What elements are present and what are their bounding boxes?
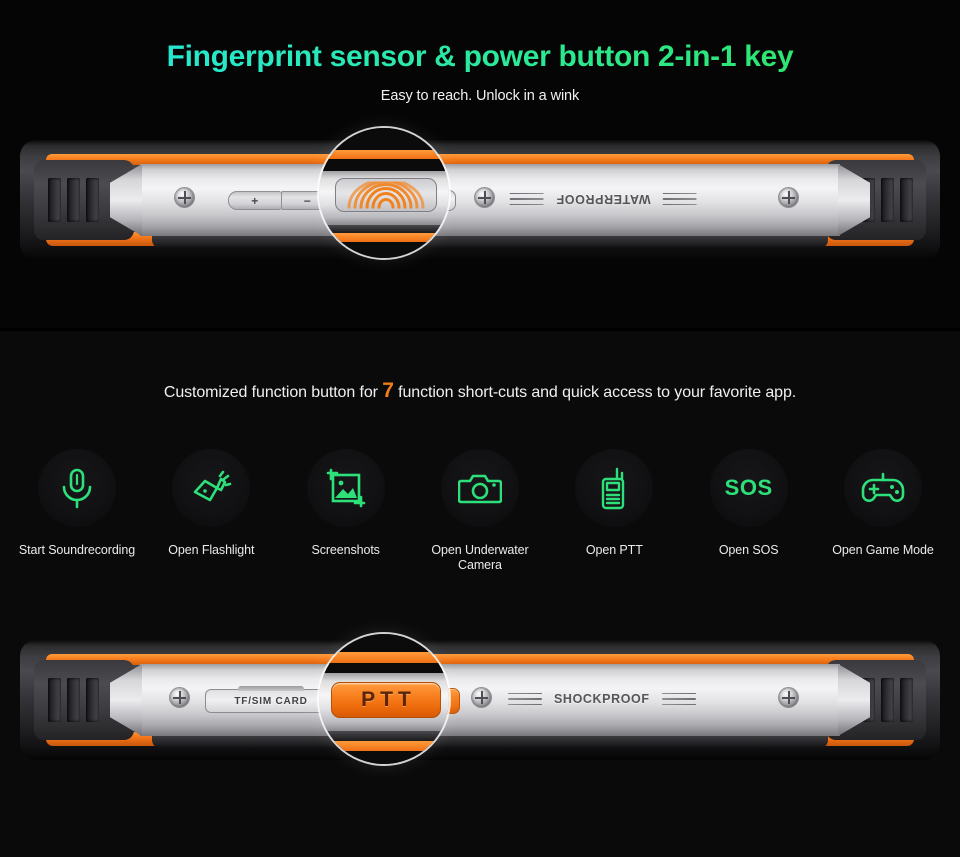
shortcut-item-flashlight[interactable]: Open Flashlight	[150, 449, 272, 573]
magnifier-ptt: PTT	[317, 632, 451, 766]
magnifier-content: PTT	[319, 634, 449, 764]
gamepad-icon	[861, 472, 905, 502]
screw-icon	[170, 688, 189, 707]
screw-icon	[175, 188, 194, 207]
microphone-icon	[62, 468, 92, 509]
zoom-layer-dark	[319, 634, 449, 652]
engraving-text: WATERPROOF	[556, 192, 651, 206]
fingerprint-icon	[347, 181, 425, 209]
shortcut-item-soundrecording[interactable]: Start Soundrecording	[16, 449, 138, 573]
function-shortcuts-section: Customized function button for 7 functio…	[0, 331, 960, 857]
sos-icon: SOS	[724, 475, 773, 500]
grille-slot	[66, 178, 80, 222]
shortcut-label: Screenshots	[311, 543, 380, 557]
magnifier-fingerprint	[317, 126, 451, 260]
sim-tray-label: TF/SIM CARD	[234, 695, 308, 707]
zoom-layer-dark	[319, 242, 449, 258]
grille-slot	[47, 178, 61, 222]
zoom-layer-accent	[319, 233, 449, 242]
grille-left	[42, 678, 104, 722]
heading-text-before: Customized function button for	[163, 384, 383, 401]
ptt-button-zoomed[interactable]: PTT	[331, 682, 441, 718]
shortcut-label: Open SOS	[718, 543, 779, 557]
shortcut-item-screenshots[interactable]: Screenshots	[285, 449, 407, 573]
volume-up-button[interactable]: +	[228, 191, 281, 210]
grille-slot	[880, 178, 894, 222]
zoom-layer-dark	[319, 159, 449, 171]
icon-disc[interactable]	[440, 449, 519, 527]
screw-icon	[779, 188, 798, 207]
shortcut-label: Start Soundrecording	[18, 543, 136, 557]
shortcut-label: Open Underwater Camera	[431, 543, 529, 572]
icon-disc[interactable]	[575, 449, 654, 527]
phone-bevel-bottom	[152, 736, 828, 748]
shortcut-label: Open PTT	[585, 543, 643, 557]
screenshot-icon	[326, 468, 365, 508]
engraving-lines-left	[662, 192, 697, 206]
grille-slot	[66, 678, 80, 722]
phone-bevel-bottom	[152, 236, 828, 248]
grille-slot	[85, 678, 99, 722]
shortcut-item-game-mode[interactable]: Open Game Mode	[822, 449, 944, 573]
phone-side-view-top: + − WATERPROOF	[20, 140, 940, 260]
icon-disc[interactable]: SOS	[709, 449, 788, 527]
icon-disc[interactable]	[843, 449, 922, 527]
grille-slot	[899, 678, 913, 722]
shortcut-icon-row: Start Soundrecording Open Flashlight Scr…	[0, 449, 960, 573]
function-heading: Customized function button for 7 functio…	[0, 379, 960, 405]
zoom-layer-dark	[319, 751, 449, 764]
screw-icon	[779, 688, 798, 707]
shockproof-engraving: SHOCKPROOF	[508, 692, 696, 706]
grille-slot	[899, 178, 913, 222]
zoom-layer-accent	[319, 150, 449, 159]
engraving-lines-right	[510, 192, 544, 206]
shortcut-item-ptt[interactable]: Open PTT	[553, 449, 675, 573]
magnifier-content	[319, 128, 449, 258]
shortcut-label: Open Flashlight	[168, 543, 255, 557]
icon-disc[interactable]	[172, 449, 251, 527]
page-title: Fingerprint sensor & power button 2-in-1…	[0, 40, 960, 74]
grille-slot	[880, 678, 894, 722]
zoom-layer-accent	[319, 652, 449, 663]
walkie-talkie-icon	[602, 467, 625, 510]
screw-icon	[475, 188, 494, 207]
shortcut-item-sos[interactable]: SOS Open SOS	[688, 449, 810, 573]
page-subtitle: Easy to reach. Unlock in a wink	[380, 88, 580, 104]
camera-icon	[457, 474, 502, 504]
phone-side-view-bottom: TF/SIM CARD PTT SHOCKPROOF	[20, 640, 940, 760]
engraving-lines-left	[508, 692, 542, 706]
grille-slot	[85, 178, 99, 222]
grille-slot	[47, 678, 61, 722]
heading-text-after: function short-cuts and quick access to …	[393, 384, 797, 401]
engraving-text: SHOCKPROOF	[554, 692, 650, 706]
heading-count: 7	[382, 379, 394, 402]
flashlight-icon	[194, 470, 232, 502]
zoom-layer-shadow	[319, 731, 449, 741]
engraving-lines-right	[661, 692, 696, 706]
fingerprint-section: Fingerprint sensor & power button 2-in-1…	[0, 0, 960, 328]
shortcut-label: Open Game Mode	[832, 543, 934, 557]
grille-left	[42, 178, 104, 222]
icon-disc[interactable]	[38, 449, 116, 527]
icon-disc[interactable]	[306, 449, 385, 527]
zoom-layer-dark	[319, 663, 449, 673]
zoom-layer-shadow	[319, 225, 449, 233]
fingerprint-sensor-zoomed[interactable]	[335, 178, 437, 212]
zoom-layer-dark	[319, 128, 449, 150]
zoom-layer-accent	[319, 741, 449, 751]
ptt-button-label-zoomed: PTT	[361, 688, 416, 711]
waterproof-engraving: WATERPROOF	[510, 192, 697, 206]
screw-icon	[472, 688, 491, 707]
shortcut-item-underwater-camera[interactable]: Open Underwater Camera	[419, 449, 541, 573]
